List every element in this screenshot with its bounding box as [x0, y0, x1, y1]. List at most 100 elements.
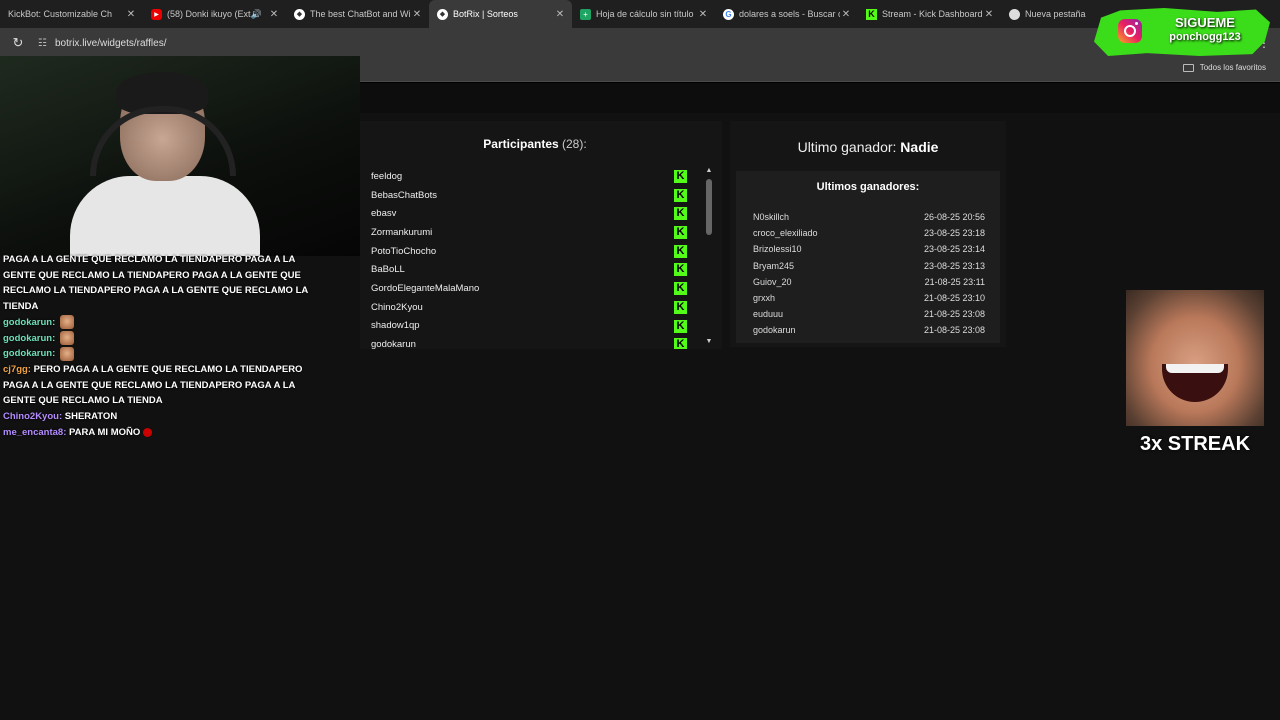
winner-date: 23-08-25 23:14 — [923, 244, 985, 255]
participant-row: BaBoLL K — [360, 260, 700, 279]
all-bookmarks-label: Todos los favoritos — [1199, 63, 1266, 72]
url-field[interactable]: ☷ botrix.live/widgets/raffles/ — [38, 32, 167, 54]
last-winner-label: Ultimo ganador: — [797, 139, 897, 155]
participant-name: shadow1qp — [371, 320, 420, 332]
scroll-thumb[interactable] — [706, 179, 712, 235]
tab-kickbot[interactable]: KickBot: Customizable Ch ✕ — [0, 0, 143, 28]
participant-name: BebasChatBots — [371, 189, 438, 201]
tab-kick-dashboard[interactable]: K Stream - Kick Dashboard ✕ — [858, 0, 1001, 28]
chat-message: PAGA A LA GENTE QUE RECLAMO LA TIENDAPER… — [0, 252, 330, 315]
chat-emote-icon — [59, 331, 74, 345]
botrix-icon: ◆ — [294, 8, 305, 20]
last-winner-value: Nadie — [900, 139, 939, 155]
participant-row: PotoTioChocho K — [360, 242, 700, 261]
recent-winners-box: Ultimos ganadores: N0skillch 26-08-25 20:… — [736, 171, 1000, 343]
tab-google[interactable]: G dolares a soels - Buscar c ✕ — [715, 0, 858, 28]
heart-emote-icon — [143, 427, 153, 437]
kick-badge-icon: K — [674, 282, 687, 296]
kick-badge-icon: K — [674, 207, 687, 221]
participant-row: BebasChatBots K — [360, 186, 700, 205]
scroll-down-arrow-icon[interactable]: ▼ — [704, 338, 714, 345]
winner-row: grxxh 21-08-25 23:10 — [753, 290, 985, 306]
participant-row: godokarun K — [360, 335, 700, 349]
kick-badge-icon: K — [674, 244, 687, 258]
chat-text: SHERATON — [64, 411, 118, 423]
youtube-icon: ▶ — [151, 8, 162, 20]
scroll-up-arrow-icon[interactable]: ▲ — [704, 167, 714, 174]
recent-winners-list: N0skillch 26-08-25 20:56 croco_elexiliado 2… — [753, 209, 985, 339]
participant-name: PotoTioChocho — [371, 245, 437, 257]
winner-date: 23-08-25 23:13 — [923, 260, 985, 271]
recent-winners-title: Ultimos ganadores: — [816, 181, 920, 193]
kick-badge-icon: K — [674, 319, 687, 333]
all-bookmarks-button[interactable]: Todos los favoritos — [1182, 63, 1266, 72]
winner-name: Guiov_20 — [753, 276, 792, 287]
participants-list[interactable]: feeldog K BebasChatBots Kebasv K Zormankurumi… — [360, 167, 700, 349]
winner-date: 26-08-25 20:56 — [923, 212, 985, 223]
chat-emote-icon — [59, 346, 74, 361]
tab-botrix-sorteos[interactable]: ◆ BotRix | Sorteos ✕ — [429, 0, 572, 28]
google-icon: G — [723, 8, 734, 20]
chat-username: cj7gg: — [3, 363, 31, 375]
participants-label: Participantes — [483, 137, 559, 151]
kick-badge-icon: K — [674, 300, 687, 314]
winner-name: godokarun — [753, 325, 796, 336]
streamer-figure — [70, 72, 260, 256]
instagram-title: SIGUEME — [1175, 15, 1235, 30]
chat-message: cj7gg: PERO PAGA A LA GENTE QUE RECLAMO … — [0, 362, 330, 409]
site-settings-icon[interactable]: ☷ — [38, 38, 47, 49]
reload-icon[interactable]: ↻ — [6, 35, 30, 51]
chat-message: godokarun: — [0, 331, 330, 347]
close-tab-icon[interactable]: ✕ — [411, 9, 423, 20]
tab-title: KickBot: Customizable Ch — [8, 9, 113, 19]
close-tab-icon[interactable]: ✕ — [268, 9, 280, 20]
winner-row: Bryam245 23-08-25 23:13 — [753, 258, 985, 274]
chat-username: godokarun: — [3, 348, 56, 360]
chat-username: godokarun: — [3, 316, 56, 328]
streak-emote-image — [1126, 290, 1264, 426]
tab-botrix-home[interactable]: ◆ The best ChatBot and Wi ✕ — [286, 0, 429, 28]
webcam-feed — [0, 56, 360, 256]
chat-overlay: PAGA A LA GENTE QUE RECLAMO LA TIENDAPER… — [0, 252, 330, 440]
kick-badge-icon: K — [674, 188, 687, 202]
participant-name: Chino2Kyou — [371, 301, 423, 313]
close-tab-icon[interactable]: ✕ — [983, 9, 995, 20]
participant-row: Zormankurumi K — [360, 223, 700, 242]
participant-row: shadow1qp K — [360, 317, 700, 336]
close-tab-icon[interactable]: ✕ — [554, 9, 566, 20]
winner-row: croco_elexiliado 23-08-25 23:18 — [753, 225, 985, 241]
instagram-icon — [1118, 19, 1142, 43]
winner-date: 21-08-25 23:11 — [924, 276, 985, 287]
streak-text: 3x STREAK — [1139, 433, 1251, 455]
kick-badge-icon: K — [674, 263, 687, 277]
tab-youtube[interactable]: ▶ (58) Donki ikuyo (Exte 🔊 ✕ — [143, 0, 286, 28]
chat-message: me_encanta8: PARA MI MOÑO — [0, 425, 330, 441]
participant-name: ebasv — [371, 208, 397, 220]
participant-row: ebasv K — [360, 204, 700, 223]
winner-name: Brizolessi10 — [753, 244, 802, 255]
tab-title: dolares a soels - Buscar c — [739, 9, 840, 19]
browser-tab-bar: KickBot: Customizable Ch ✕ ▶ (58) Donki … — [0, 0, 1280, 28]
winner-name: N0skillch — [753, 212, 790, 223]
winner-name: grxxh — [753, 293, 776, 304]
chat-username: godokarun: — [3, 332, 56, 344]
close-tab-icon[interactable]: ✕ — [840, 9, 852, 20]
chat-message: Chino2Kyou: SHERATON — [0, 409, 330, 425]
participant-name: Zormankurumi — [371, 226, 433, 238]
speaker-icon[interactable]: 🔊 — [251, 9, 262, 20]
participants-count: (28): — [562, 137, 587, 151]
participants-scrollbar[interactable]: ▲ ▼ — [704, 167, 714, 345]
last-winner: Ultimo ganador: Nadie — [730, 139, 1006, 155]
tab-sheets[interactable]: + Hoja de cálculo sin título ✕ — [572, 0, 715, 28]
participant-row: Chino2Kyou K — [360, 298, 700, 317]
participant-name: godokarun — [371, 339, 416, 349]
winner-row: Brizolessi10 23-08-25 23:14 — [753, 241, 985, 257]
winner-name: Bryam245 — [753, 260, 795, 271]
chrome-icon — [1009, 8, 1020, 20]
close-tab-icon[interactable]: ✕ — [697, 9, 709, 20]
botrix-icon: ◆ — [437, 8, 448, 20]
participants-panel: Participantes (28): feeldog K BebasChatBot… — [360, 121, 722, 349]
tab-title: The best ChatBot and Wi — [310, 9, 411, 19]
close-tab-icon[interactable]: ✕ — [125, 9, 137, 20]
chat-username: me_encanta8: — [3, 426, 67, 438]
